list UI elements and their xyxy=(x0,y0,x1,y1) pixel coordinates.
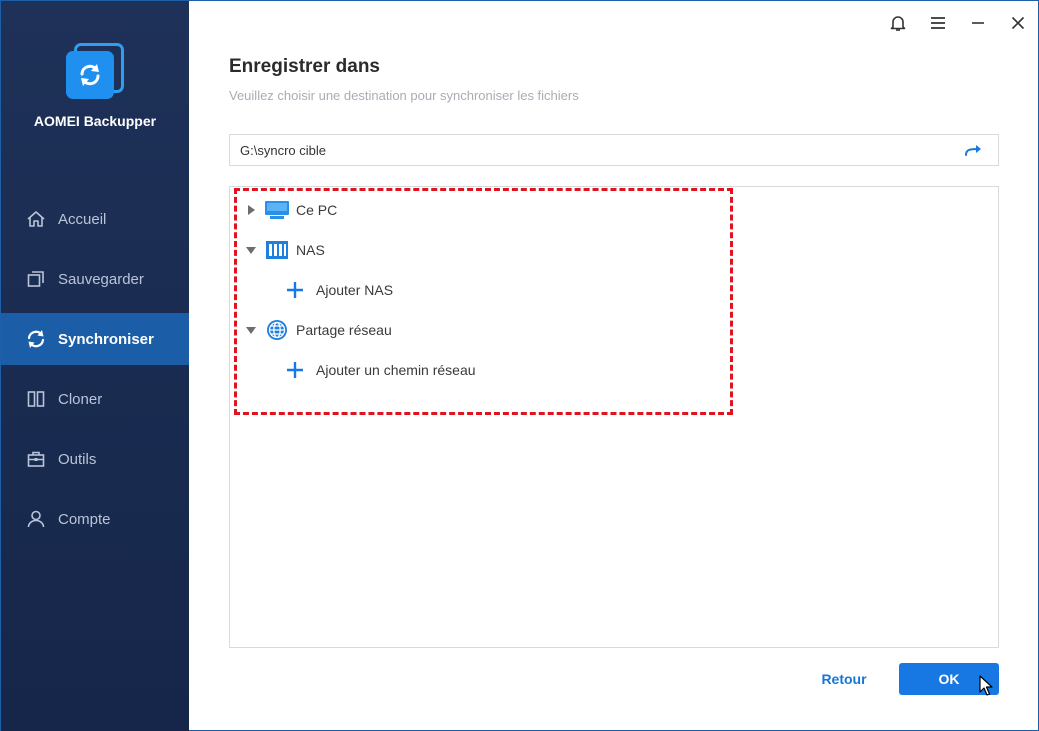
tree-item-network-share[interactable]: Partage réseau xyxy=(246,317,392,343)
mouse-cursor-icon xyxy=(979,675,993,696)
sidebar-item-accueil[interactable]: Accueil xyxy=(1,193,189,245)
collapse-arrow-icon[interactable] xyxy=(246,245,256,255)
page-title: Enregistrer dans xyxy=(229,56,380,77)
tree-item-label: Partage réseau xyxy=(296,322,392,338)
sidebar-nav: Accueil Sauvegarder Synchroniser Cloner xyxy=(1,193,189,553)
tree-item-ce-pc[interactable]: Ce PC xyxy=(246,197,337,223)
sidebar-item-label: Accueil xyxy=(58,210,107,228)
app-logo xyxy=(64,41,126,103)
sidebar-item-label: Outils xyxy=(58,450,97,468)
expand-arrow-icon[interactable] xyxy=(246,205,256,215)
page-subtitle: Veuillez choisir une destination pour sy… xyxy=(229,88,579,103)
user-icon xyxy=(25,508,47,530)
sidebar-item-compte[interactable]: Compte xyxy=(1,493,189,545)
add-nas-button[interactable]: Ajouter NAS xyxy=(284,277,393,303)
nas-icon xyxy=(264,239,290,261)
destination-path-input[interactable]: G:\syncro cible xyxy=(229,134,999,166)
sync-logo-icon xyxy=(80,64,100,86)
notification-button[interactable] xyxy=(884,9,912,37)
sidebar-item-cloner[interactable]: Cloner xyxy=(1,373,189,425)
add-network-path-button[interactable]: Ajouter un chemin réseau xyxy=(284,357,476,383)
backup-icon xyxy=(25,268,47,290)
hamburger-icon xyxy=(931,17,945,29)
sidebar-item-label: Synchroniser xyxy=(58,330,154,348)
bell-icon xyxy=(890,16,906,31)
minimize-button[interactable] xyxy=(964,9,992,37)
tree-item-label: NAS xyxy=(296,242,325,258)
close-icon xyxy=(1011,16,1025,30)
sidebar-item-label: Sauvegarder xyxy=(58,270,144,288)
sidebar-item-synchroniser[interactable]: Synchroniser xyxy=(1,313,189,365)
tree-item-label: Ajouter un chemin réseau xyxy=(316,362,476,378)
collapse-arrow-icon[interactable] xyxy=(246,325,256,335)
app-name: AOMEI Backupper xyxy=(33,113,157,129)
sidebar: AOMEI Backupper Accueil Sauvegarder Sync… xyxy=(1,1,189,731)
menu-button[interactable] xyxy=(924,9,952,37)
globe-icon xyxy=(264,319,290,341)
app-window: AOMEI Backupper Accueil Sauvegarder Sync… xyxy=(0,0,1039,731)
plus-icon xyxy=(284,279,306,301)
clone-icon xyxy=(25,388,47,410)
sync-icon xyxy=(25,328,47,350)
path-go-button[interactable] xyxy=(962,141,984,161)
plus-icon xyxy=(284,359,306,381)
sidebar-item-label: Cloner xyxy=(58,390,103,408)
minimize-icon xyxy=(972,22,984,24)
close-button[interactable] xyxy=(1004,9,1032,37)
sidebar-item-sauvegarder[interactable]: Sauvegarder xyxy=(1,253,189,305)
tree-item-label: Ce PC xyxy=(296,202,338,218)
computer-icon xyxy=(264,199,290,221)
destination-path-value: G:\syncro cible xyxy=(240,142,326,158)
back-button[interactable]: Retour xyxy=(809,664,879,694)
sidebar-item-label: Compte xyxy=(58,510,111,528)
toolbox-icon xyxy=(25,448,47,470)
tree-item-label: Ajouter NAS xyxy=(316,282,394,298)
arrow-right-icon xyxy=(965,145,981,156)
destination-tree: Ce PC NAS Ajouter NAS Partage réseau Ajo… xyxy=(229,186,999,648)
tree-item-nas[interactable]: NAS xyxy=(246,237,325,263)
sidebar-item-outils[interactable]: Outils xyxy=(1,433,189,485)
home-icon xyxy=(25,208,47,230)
